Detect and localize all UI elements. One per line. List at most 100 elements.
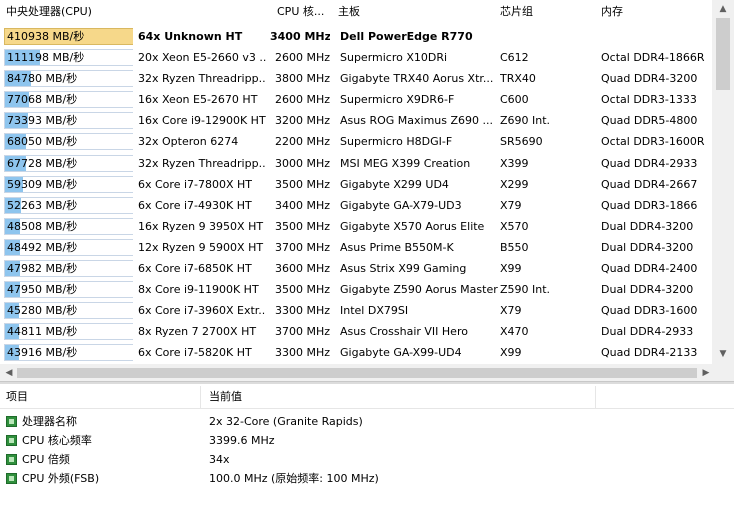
score-value: 73393 MB/秒: [7, 114, 78, 128]
score-value: 47950 MB/秒: [7, 283, 78, 297]
table-row[interactable]: 48492 MB/秒 12x Ryzen 9 5900X HT 3700 MHz As…: [0, 237, 715, 258]
score-cell: 59309 MB/秒: [2, 174, 133, 195]
table-row[interactable]: 52263 MB/秒 6x Core i7-4930K HT 3400 MHz Gig…: [0, 195, 715, 216]
table-row[interactable]: 73393 MB/秒 16x Core i9-12900K HT 3200 MHz A…: [0, 110, 715, 131]
score-value: 45280 MB/秒: [7, 304, 78, 318]
score-value: 84780 MB/秒: [7, 72, 78, 86]
score-cell: 77068 MB/秒: [2, 89, 133, 110]
memory-cell: Quad DDR4-2133: [601, 346, 698, 360]
memory-cell: Octal DDR4-1866R: [601, 51, 705, 65]
score-cell: 47950 MB/秒: [2, 279, 133, 300]
motherboard-cell: Gigabyte Z590 Aorus Master: [340, 283, 498, 297]
column-divider[interactable]: [595, 386, 596, 408]
motherboard-cell: Asus Prime B550M-K: [340, 240, 454, 254]
column-header-cpu[interactable]: 中央处理器(CPU): [6, 0, 92, 24]
clock-cell: 3600 MHz: [274, 262, 330, 276]
clock-cell: 2600 MHz: [274, 93, 330, 107]
pane-splitter[interactable]: [0, 381, 734, 384]
score-cell: 48492 MB/秒: [2, 237, 133, 258]
score-cell: 67728 MB/秒: [2, 153, 133, 174]
memory-cell: Quad DDR4-2400: [601, 262, 698, 276]
details-row[interactable]: CPU 倍频 34x: [0, 450, 734, 469]
vertical-scrollbar[interactable]: ▲ ▼: [712, 0, 734, 364]
score-value: 68050 MB/秒: [7, 135, 78, 149]
score-value: 67728 MB/秒: [7, 156, 78, 170]
column-header-memory[interactable]: 内存: [601, 0, 623, 24]
clock-cell: 2600 MHz: [274, 51, 330, 65]
cpu-cell: 16x Core i9-12900K HT: [138, 114, 266, 128]
column-divider[interactable]: [200, 386, 201, 408]
details-label: CPU 核心频率: [22, 434, 92, 447]
clock-cell: 3500 MHz: [274, 177, 330, 191]
motherboard-cell: Intel DX79SI: [340, 304, 409, 318]
column-header-chipset[interactable]: 芯片组: [500, 0, 533, 24]
arrow-up-icon[interactable]: ▲: [714, 1, 732, 17]
clock-cell: 3500 MHz: [274, 283, 330, 297]
table-row[interactable]: 44811 MB/秒 8x Ryzen 7 2700X HT 3700 MHz Asu…: [0, 321, 715, 342]
table-row[interactable]: 47950 MB/秒 8x Core i9-11900K HT 3500 MHz Gi…: [0, 279, 715, 300]
memory-cell: Quad DDR4-2667: [601, 177, 698, 191]
memory-cell: Quad DDR3-1600: [601, 304, 698, 318]
horizontal-scroll-thumb[interactable]: [17, 368, 697, 378]
cpu-cell: 32x Opteron 6274: [138, 135, 239, 149]
motherboard-cell: Dell PowerEdge R770: [340, 30, 473, 43]
table-row[interactable]: 47982 MB/秒 6x Core i7-6850K HT 3600 MHz Asu…: [0, 258, 715, 279]
clock-cell: 3800 MHz: [274, 72, 330, 86]
motherboard-cell: Gigabyte X570 Aorus Elite: [340, 219, 485, 233]
chipset-cell: X79: [500, 198, 522, 212]
motherboard-cell: Asus ROG Maximus Z690 ...: [340, 114, 494, 128]
horizontal-scrollbar[interactable]: ◀ ▶: [0, 364, 715, 381]
chipset-cell: X299: [500, 177, 529, 191]
grid-header: 中央处理器(CPU) CPU 核... 主板 芯片组 内存: [0, 0, 715, 24]
cpu-cell: 32x Ryzen Threadripp...: [138, 72, 266, 86]
details-row[interactable]: CPU 核心频率 3399.6 MHz: [0, 431, 734, 450]
score-value: 43916 MB/秒: [7, 346, 78, 360]
details-label: CPU 外频(FSB): [22, 472, 100, 485]
benchmark-grid: 中央处理器(CPU) CPU 核... 主板 芯片组 内存 410938 MB/…: [0, 0, 734, 382]
memory-cell: Octal DDR3-1600R: [601, 135, 705, 149]
chipset-cell: C612: [500, 51, 529, 65]
details-row[interactable]: CPU 外频(FSB) 100.0 MHz (原始频率: 100 MHz): [0, 469, 734, 488]
table-row[interactable]: 84780 MB/秒 32x Ryzen Threadripp... 3800 MH…: [0, 68, 715, 89]
memory-cell: Dual DDR4-3200: [601, 219, 694, 233]
table-row[interactable]: 59309 MB/秒 6x Core i7-7800X HT 3500 MHz Gig…: [0, 174, 715, 195]
clock-cell: 3200 MHz: [274, 114, 330, 128]
clock-cell: 3300 MHz: [274, 346, 330, 360]
cpu-cell: 16x Ryzen 9 3950X HT: [138, 219, 264, 233]
details-column-item[interactable]: 项目: [6, 386, 28, 408]
memory-cell: [601, 26, 714, 47]
table-row[interactable]: 43916 MB/秒 6x Core i7-5820K HT 3300 MHz Gig…: [0, 342, 715, 363]
clock-cell: 3500 MHz: [274, 219, 330, 233]
cpu-cell: 32x Ryzen Threadripp...: [138, 156, 266, 170]
details-row[interactable]: 处理器名称 2x 32-Core (Granite Rapids): [0, 412, 734, 431]
table-row[interactable]: 45280 MB/秒 6x Core i7-3960X Extr... 3300 M…: [0, 300, 715, 321]
details-column-value[interactable]: 当前值: [209, 386, 242, 408]
table-row[interactable]: 67728 MB/秒 32x Ryzen Threadripp... 3000 MH…: [0, 153, 715, 174]
score-cell: 47982 MB/秒: [2, 258, 133, 279]
arrow-right-icon[interactable]: ▶: [697, 365, 715, 381]
cpu-cell: 6x Core i7-7800X HT: [138, 177, 253, 191]
table-row[interactable]: 111198 MB/秒 20x Xeon E5-2660 v3 ... 2600 M…: [0, 47, 715, 68]
table-row[interactable]: 68050 MB/秒 32x Opteron 6274 2200 MHz Superm…: [0, 131, 715, 152]
chipset-cell: B550: [500, 240, 529, 254]
column-header-cpu-clock[interactable]: CPU 核...: [277, 0, 324, 24]
score-cell: 52263 MB/秒: [2, 195, 133, 216]
motherboard-cell: Asus Strix X99 Gaming: [340, 262, 467, 276]
arrow-down-icon[interactable]: ▼: [714, 346, 732, 362]
score-cell: 111198 MB/秒: [2, 47, 133, 68]
score-value: 52263 MB/秒: [7, 198, 78, 212]
score-value: 44811 MB/秒: [7, 325, 78, 339]
table-row[interactable]: 410938 MB/秒 64x Unknown HT 3400 MHz Dell Po…: [0, 26, 715, 47]
score-value: 59309 MB/秒: [7, 177, 78, 191]
motherboard-cell: Gigabyte X299 UD4: [340, 177, 449, 191]
table-row[interactable]: 77068 MB/秒 16x Xeon E5-2670 HT 2600 MHz Sup…: [0, 89, 715, 110]
chipset-cell: X570: [500, 219, 529, 233]
score-cell: 48508 MB/秒: [2, 216, 133, 237]
arrow-left-icon[interactable]: ◀: [0, 365, 18, 381]
column-header-motherboard[interactable]: 主板: [338, 0, 360, 24]
vertical-scroll-thumb[interactable]: [716, 18, 730, 90]
chipset-cell: SR5690: [500, 135, 543, 149]
cpu-cell: 16x Xeon E5-2670 HT: [138, 93, 258, 107]
table-row[interactable]: 48508 MB/秒 16x Ryzen 9 3950X HT 3500 MHz Gi…: [0, 216, 715, 237]
motherboard-cell: Supermicro X10DRi: [340, 51, 448, 65]
